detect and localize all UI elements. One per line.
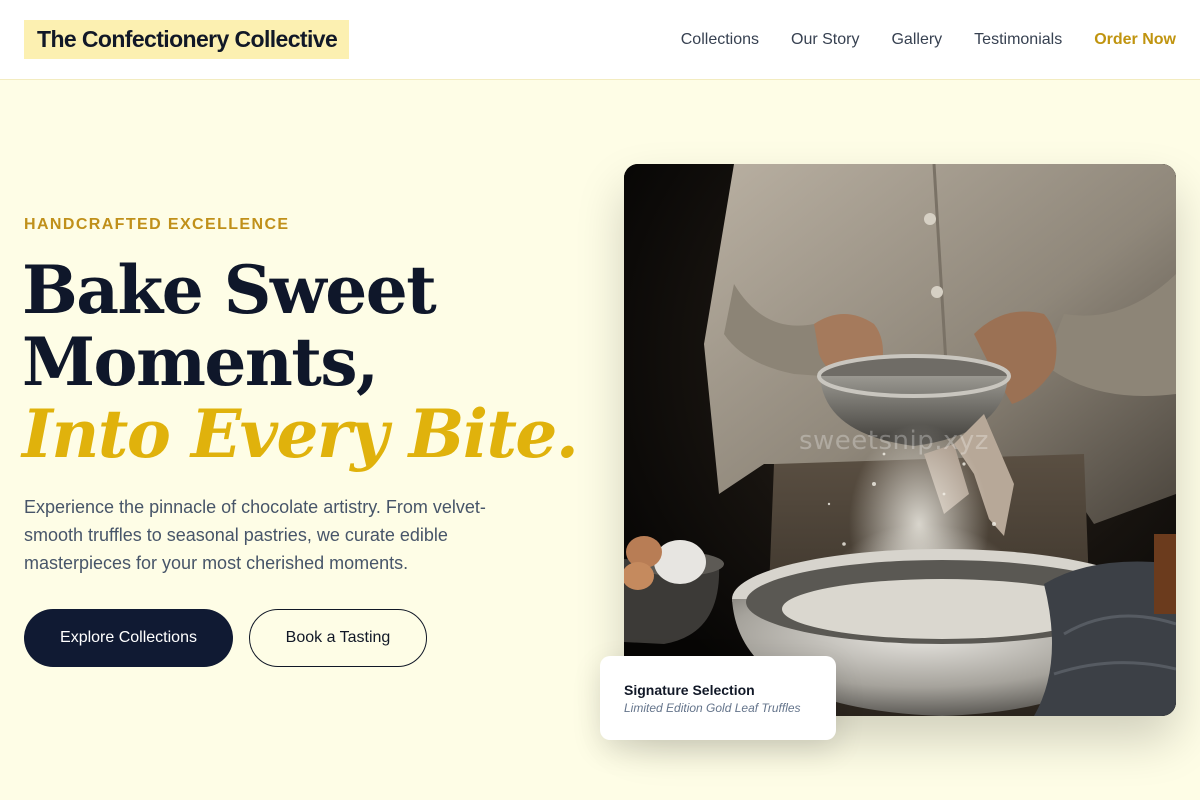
order-now-link[interactable]: Order Now bbox=[1094, 31, 1176, 49]
hero-headline: Bake Sweet Moments, Into Every Bite. bbox=[22, 254, 582, 470]
hero-eyebrow: HANDCRAFTED EXCELLENCE bbox=[24, 216, 290, 233]
nav-link-collections[interactable]: Collections bbox=[681, 31, 759, 49]
image-watermark: sweetsnip.xyz bbox=[799, 426, 989, 456]
headline-line-1: Bake Sweet bbox=[22, 251, 437, 329]
hero-description: Experience the pinnacle of chocolate art… bbox=[24, 497, 486, 573]
nav-link-our-story[interactable]: Our Story bbox=[791, 31, 859, 49]
signature-selection-card[interactable]: Signature Selection Limited Edition Gold… bbox=[600, 656, 836, 740]
site-logo[interactable]: The Confectionery Collective bbox=[24, 20, 350, 59]
signature-card-title: Signature Selection bbox=[624, 682, 755, 698]
nav-link-gallery[interactable]: Gallery bbox=[891, 31, 942, 49]
nav-link-testimonials[interactable]: Testimonials bbox=[974, 31, 1062, 49]
explore-collections-button[interactable]: Explore Collections bbox=[24, 609, 233, 667]
signature-card-subtitle: Limited Edition Gold Leaf Truffles bbox=[624, 701, 801, 715]
hero-photo: sweetsnip.xyz bbox=[624, 164, 1176, 716]
headline-line-2: Moments, bbox=[22, 323, 379, 401]
main-nav: Collections Our Story Gallery Testimonia… bbox=[681, 31, 1176, 49]
book-tasting-button[interactable]: Book a Tasting bbox=[249, 609, 427, 667]
site-header: The Confectionery Collective Collections… bbox=[0, 0, 1200, 80]
headline-accent: Into Every Bite. bbox=[22, 395, 579, 473]
